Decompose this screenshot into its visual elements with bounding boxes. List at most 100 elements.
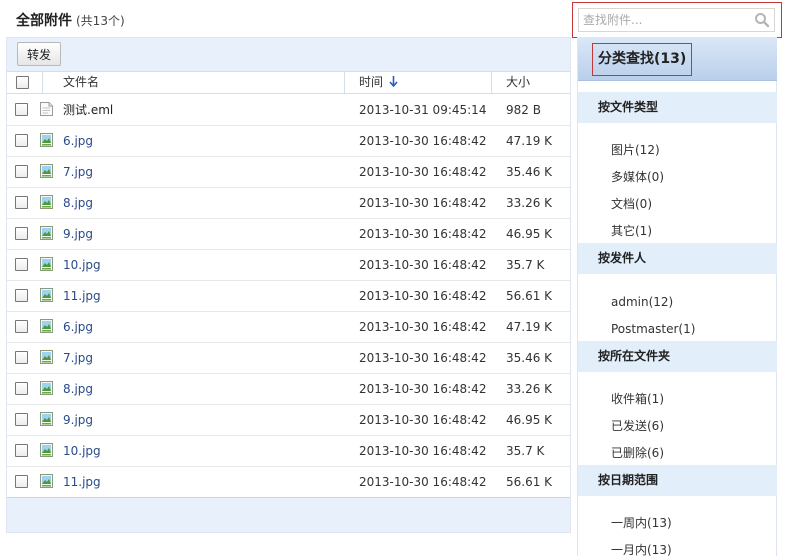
file-size: 35.7 K xyxy=(506,444,545,458)
image-file-icon xyxy=(40,350,53,364)
sidebar-title: 分类查找(13) xyxy=(592,43,693,76)
row-checkbox[interactable] xyxy=(15,289,28,302)
image-file-icon xyxy=(40,288,53,302)
row-checkbox[interactable] xyxy=(15,258,28,271)
sidebar-filter-item[interactable]: 一月内(13) xyxy=(611,542,672,556)
image-file-icon xyxy=(40,443,53,457)
row-checkbox[interactable] xyxy=(15,351,28,364)
sidebar-filter-item[interactable]: 其它(1) xyxy=(611,223,652,239)
row-checkbox[interactable] xyxy=(15,413,28,426)
sidebar-filter-item[interactable]: admin(12) xyxy=(611,294,673,310)
file-name-link[interactable]: 11.jpg xyxy=(63,467,101,497)
row-checkbox[interactable] xyxy=(15,165,28,178)
table-row[interactable]: 测试.eml 2013-10-31 09:45:14 982 B xyxy=(7,95,570,126)
table-row[interactable]: 9.jpg 2013-10-30 16:48:42 46.95 K xyxy=(7,219,570,250)
file-size: 33.26 K xyxy=(506,382,553,396)
table-row[interactable]: 10.jpg 2013-10-30 16:48:42 35.7 K xyxy=(7,436,570,467)
table-row[interactable]: 7.jpg 2013-10-30 16:48:42 35.46 K xyxy=(7,343,570,374)
document-file-icon xyxy=(40,102,53,116)
table-row[interactable]: 6.jpg 2013-10-30 16:48:42 47.19 K xyxy=(7,126,570,157)
category-sidebar: 分类查找(13) 按文件类型图片(12) 多媒体(0) 文档(0) 其它(1) 按发件人… xyxy=(577,37,777,556)
file-time: 2013-10-30 16:48:42 xyxy=(359,413,487,427)
file-name-link[interactable]: 9.jpg xyxy=(63,219,93,249)
file-time: 2013-10-30 16:48:42 xyxy=(359,444,487,458)
sidebar-group-by-sender: 按发件人 xyxy=(578,243,777,274)
row-checkbox[interactable] xyxy=(15,103,28,116)
table-row[interactable]: 7.jpg 2013-10-30 16:48:42 35.46 K xyxy=(7,157,570,188)
column-divider xyxy=(42,72,43,94)
file-name-link[interactable]: 7.jpg xyxy=(63,157,93,187)
file-size: 35.46 K xyxy=(506,165,553,179)
file-time: 2013-10-30 16:48:42 xyxy=(359,382,487,396)
sidebar-filter-item[interactable]: 文档(0) xyxy=(611,196,652,212)
search-input[interactable] xyxy=(579,9,749,31)
file-size: 46.95 K xyxy=(506,413,553,427)
sidebar-filter-item[interactable]: Postmaster(1) xyxy=(611,321,695,337)
sidebar-filter-item[interactable]: 多媒体(0) xyxy=(611,169,664,185)
row-checkbox[interactable] xyxy=(15,444,28,457)
row-checkbox[interactable] xyxy=(15,475,28,488)
image-file-icon xyxy=(40,381,53,395)
file-time: 2013-10-30 16:48:42 xyxy=(359,165,487,179)
sidebar-filter-item[interactable]: 收件箱(1) xyxy=(611,391,664,407)
column-header-size[interactable]: 大小 xyxy=(506,72,530,94)
file-size: 56.61 K xyxy=(506,289,553,303)
sidebar-filter-item[interactable]: 已发送(6) xyxy=(611,418,664,434)
file-size: 47.19 K xyxy=(506,134,553,148)
file-time: 2013-10-30 16:48:42 xyxy=(359,475,487,489)
file-time: 2013-10-30 16:48:42 xyxy=(359,134,487,148)
sidebar-group-by-file-type: 按文件类型 xyxy=(578,92,777,123)
table-row[interactable]: 6.jpg 2013-10-30 16:48:42 47.19 K xyxy=(7,312,570,343)
file-time: 2013-10-30 16:48:42 xyxy=(359,258,487,272)
file-name-link[interactable]: 9.jpg xyxy=(63,405,93,435)
sidebar-filter-item[interactable]: 图片(12) xyxy=(611,142,660,158)
image-file-icon xyxy=(40,257,53,271)
table-row[interactable]: 11.jpg 2013-10-30 16:48:42 56.61 K xyxy=(7,467,570,498)
table-header: 文件名 时间 大小 xyxy=(7,72,570,94)
image-file-icon xyxy=(40,474,53,488)
row-checkbox[interactable] xyxy=(15,382,28,395)
row-checkbox[interactable] xyxy=(15,196,28,209)
image-file-icon xyxy=(40,133,53,147)
row-checkbox[interactable] xyxy=(15,320,28,333)
image-file-icon xyxy=(40,412,53,426)
file-name-link[interactable]: 6.jpg xyxy=(63,312,93,342)
row-checkbox[interactable] xyxy=(15,134,28,147)
search-icon[interactable] xyxy=(754,12,770,28)
table-row[interactable]: 8.jpg 2013-10-30 16:48:42 33.26 K xyxy=(7,374,570,405)
file-name-link[interactable]: 8.jpg xyxy=(63,374,93,404)
sort-desc-icon xyxy=(389,76,398,88)
file-size: 982 B xyxy=(506,103,541,117)
file-name-link[interactable]: 11.jpg xyxy=(63,281,101,311)
file-name-link[interactable]: 7.jpg xyxy=(63,343,93,373)
table-row[interactable]: 11.jpg 2013-10-30 16:48:42 56.61 K xyxy=(7,281,570,312)
column-divider xyxy=(344,72,345,94)
file-time: 2013-10-30 16:48:42 xyxy=(359,227,487,241)
sidebar-group-by-folder: 按所在文件夹 xyxy=(578,341,777,372)
column-header-time[interactable]: 时间 xyxy=(359,72,398,94)
file-name-link[interactable]: 10.jpg xyxy=(63,436,101,466)
forward-button[interactable]: 转发 xyxy=(17,42,61,66)
sidebar-filter-item[interactable]: 已删除(6) xyxy=(611,445,664,461)
search-field-wrap xyxy=(578,8,775,32)
file-time: 2013-10-30 16:48:42 xyxy=(359,289,487,303)
column-divider xyxy=(491,72,492,94)
select-all-checkbox[interactable] xyxy=(16,76,29,89)
file-name-link[interactable]: 10.jpg xyxy=(63,250,101,280)
file-size: 46.95 K xyxy=(506,227,553,241)
image-file-icon xyxy=(40,195,53,209)
table-row[interactable]: 9.jpg 2013-10-30 16:48:42 46.95 K xyxy=(7,405,570,436)
table-row[interactable]: 10.jpg 2013-10-30 16:48:42 35.7 K xyxy=(7,250,570,281)
file-name-link[interactable]: 8.jpg xyxy=(63,188,93,218)
file-time: 2013-10-30 16:48:42 xyxy=(359,351,487,365)
file-size: 35.46 K xyxy=(506,351,553,365)
file-name-link[interactable]: 6.jpg xyxy=(63,126,93,156)
sidebar-filter-item[interactable]: 一周内(13) xyxy=(611,515,672,531)
sidebar-header: 分类查找(13) xyxy=(578,37,777,81)
toolbar: 转发 xyxy=(7,38,570,72)
column-header-name[interactable]: 文件名 xyxy=(63,72,99,94)
table-row[interactable]: 8.jpg 2013-10-30 16:48:42 33.26 K xyxy=(7,188,570,219)
row-checkbox[interactable] xyxy=(15,227,28,240)
file-name-link[interactable]: 测试.eml xyxy=(63,95,113,125)
file-size: 35.7 K xyxy=(506,258,545,272)
